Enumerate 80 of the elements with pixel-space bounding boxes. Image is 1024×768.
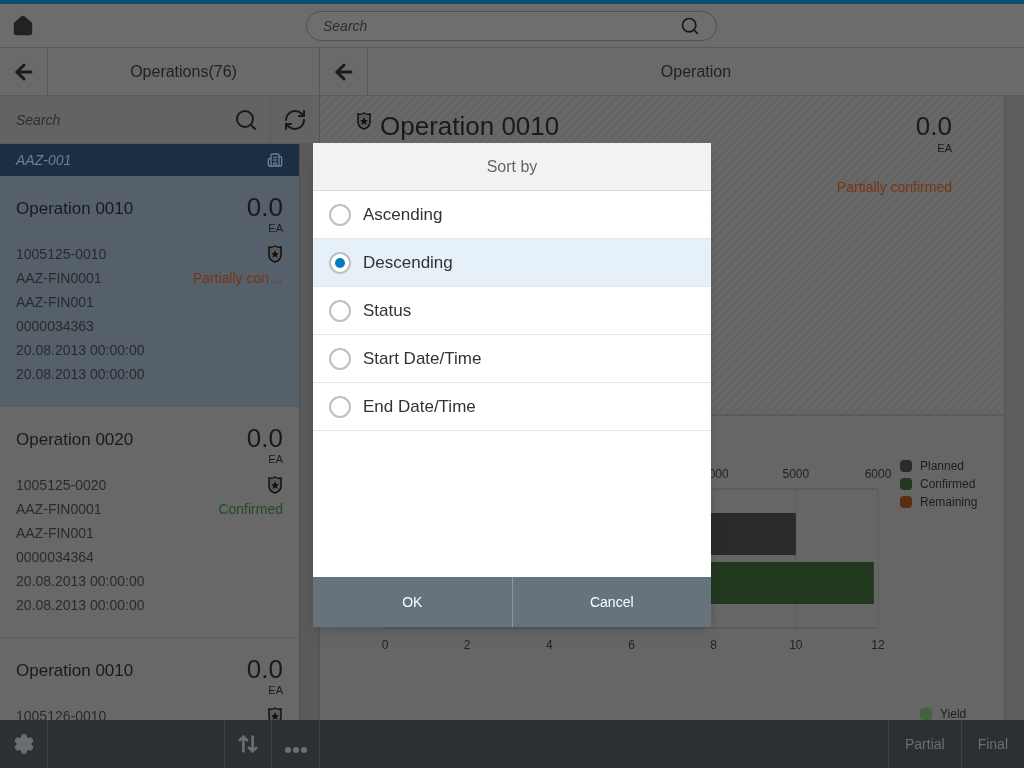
axis-label: 0: [381, 638, 389, 652]
axis-label: 10: [789, 638, 803, 652]
item-unit: EA: [268, 453, 283, 465]
axis-label: 6: [628, 638, 635, 652]
axis-label: 4: [546, 638, 553, 652]
object-status: Partially confirmed: [836, 177, 952, 197]
legend-label: Yield: [940, 708, 967, 720]
footer-action-button[interactable]: Final: [960, 720, 1024, 768]
item-attribute: AAZ-FIN0001: [16, 500, 102, 519]
list-item[interactable]: Operation 0010 0.0 EA 1005125-0010 AAZ-FIN0001 Partially con… AAZ-FIN001 0000034363 20.08.2013 00:00:00 20.08.2013 00:00:00: [0, 176, 299, 407]
sort-option[interactable]: End Date/Time: [313, 383, 711, 431]
item-unit: EA: [268, 222, 283, 234]
item-attribute: 20.08.2013 00:00:00: [16, 596, 145, 615]
dialog-button[interactable]: OK: [313, 577, 512, 627]
item-attribute: 0000034363: [16, 317, 94, 336]
object-unit: EA: [937, 141, 952, 156]
sort-option[interactable]: Descending: [313, 239, 711, 287]
home-icon[interactable]: [12, 14, 34, 37]
option-label: End Date/Time: [363, 395, 476, 418]
item-attribute: 0000034364: [16, 548, 94, 567]
item-quantity: 0.0: [246, 423, 283, 453]
option-label: Descending: [363, 251, 453, 274]
item-attribute: 20.08.2013 00:00:00: [16, 341, 145, 360]
item-attribute: AAZ-FIN001: [16, 524, 94, 543]
refresh-icon: [283, 107, 307, 132]
item-title: Operation 0010: [16, 198, 134, 220]
axis-label: 5000: [782, 467, 810, 481]
item-quantity: 0.0: [246, 654, 283, 684]
search-bar[interactable]: Search: [306, 10, 717, 41]
option-label: Start Date/Time: [363, 347, 482, 370]
item-attribute: AAZ-FIN0001: [16, 269, 102, 288]
object-title: Operation 0010: [380, 112, 560, 140]
badge-icon: [267, 476, 283, 494]
item-title: Operation 0020: [16, 429, 134, 451]
radio-button[interactable]: [329, 347, 351, 370]
item-unit: EA: [268, 684, 283, 696]
axis-label: 8: [710, 638, 717, 652]
dialog-title: Sort by: [486, 156, 538, 177]
sort-button[interactable]: [224, 720, 272, 768]
footer-action-button[interactable]: Partial: [887, 720, 961, 768]
radio-button[interactable]: [329, 395, 351, 418]
radio-button[interactable]: [329, 251, 351, 274]
item-quantity: 0.0: [246, 192, 283, 222]
item-status: Confirmed: [218, 500, 283, 519]
option-label: Status: [363, 299, 412, 322]
item-attribute: AAZ-FIN001: [16, 293, 94, 312]
sort-option[interactable]: Start Date/Time: [313, 335, 711, 383]
scrollbar[interactable]: [1004, 96, 1024, 720]
more-icon: [284, 747, 307, 753]
radio-button[interactable]: [329, 299, 351, 322]
badge-icon: [267, 707, 283, 720]
item-status: Partially con…: [192, 269, 283, 288]
legend-label: Confirmed: [920, 476, 976, 492]
item-attribute: 20.08.2013 00:00:00: [16, 365, 145, 384]
legend-label: Planned: [920, 458, 965, 474]
sort-icon: [237, 733, 259, 755]
master-title: Operations(76): [129, 61, 238, 82]
axis-label: 2: [463, 638, 471, 652]
item-attribute: 20.08.2013 00:00:00: [16, 572, 145, 591]
sort-option[interactable]: Ascending: [313, 191, 711, 239]
axis-label: 6000: [864, 467, 892, 481]
item-title: Operation 0010: [16, 660, 134, 682]
item-attribute: 1005125-0020: [16, 476, 107, 495]
shield-icon: [356, 112, 372, 130]
search-icon[interactable]: [234, 107, 258, 132]
item-attribute: 1005125-0010: [16, 245, 107, 264]
search-field[interactable]: Search: [323, 15, 680, 36]
detail-title: Operation: [659, 61, 733, 82]
object-quantity: 0.0: [915, 112, 952, 140]
option-label: Ascending: [363, 203, 443, 226]
settings-icon: [12, 733, 35, 755]
dialog-button[interactable]: Cancel: [511, 577, 711, 627]
legend-label: Remaining: [920, 494, 978, 510]
axis-label: 12: [871, 638, 885, 652]
building-icon: [267, 152, 283, 168]
sort-option[interactable]: Status: [313, 287, 711, 335]
search-icon[interactable]: [680, 15, 700, 36]
badge-icon: [267, 245, 283, 263]
group-title: AAZ-001: [16, 151, 72, 170]
radio-button[interactable]: [329, 203, 351, 226]
